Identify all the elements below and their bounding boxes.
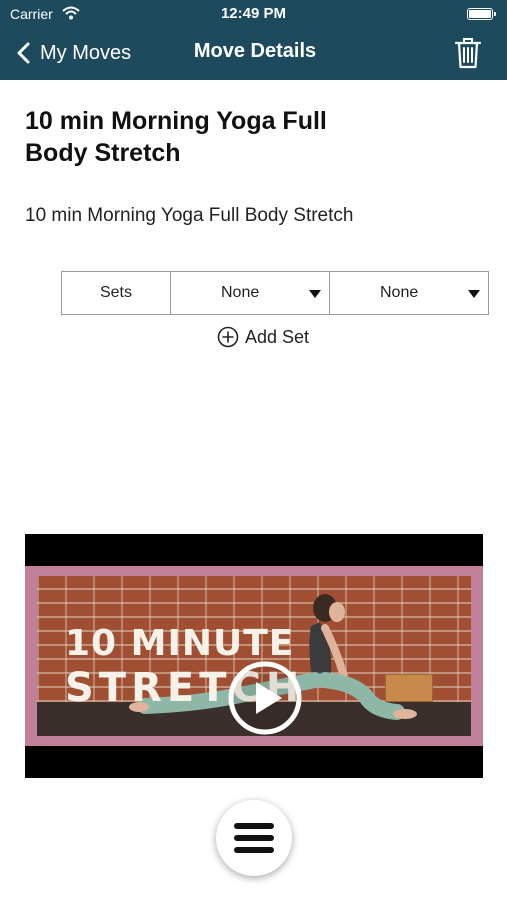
chevron-left-icon [12, 38, 34, 68]
status-bar: Carrier 12:49 PM [0, 0, 507, 28]
video-scene: 10 MINUTE STRETCH [37, 576, 471, 736]
navigation-bar: My Moves Move Details [0, 28, 507, 80]
metric-2-dropdown[interactable]: None [329, 272, 488, 314]
hamburger-menu-icon [234, 823, 274, 853]
metric-1-value: None [221, 284, 260, 301]
sets-column-label: Sets [62, 272, 170, 314]
move-title: 10 min Morning Yoga Full Body Stretch [25, 107, 327, 167]
battery-icon [467, 8, 496, 20]
add-set-label: Add Set [245, 326, 310, 347]
battery-level [469, 10, 491, 18]
metric-2-value: None [380, 284, 419, 301]
status-time: 12:49 PM [220, 5, 287, 22]
back-button[interactable]: My Moves [12, 38, 131, 68]
plus-circle-icon [217, 326, 239, 348]
add-set-button[interactable]: Add Set [217, 325, 309, 349]
metric-1-dropdown[interactable]: None [170, 272, 329, 314]
video-frame: 10 MINUTE STRETCH [25, 566, 483, 746]
video-thumbnail[interactable]: 10 MINUTE STRETCH [25, 534, 483, 778]
dropdown-caret-icon [468, 290, 480, 298]
menu-button[interactable] [216, 800, 292, 876]
page-title: Move Details [193, 40, 317, 62]
play-icon[interactable] [227, 660, 303, 736]
dropdown-caret-icon [309, 290, 321, 298]
sets-label: Sets [99, 284, 132, 301]
back-button-label: My Moves [40, 41, 132, 64]
move-description: 10 min Morning Yoga Full Body Stretch [25, 205, 354, 226]
top-bar: Carrier 12:49 PM My Moves Move Details [0, 0, 507, 80]
set-table-header: Sets None None [61, 271, 489, 315]
trash-icon[interactable] [453, 36, 483, 70]
